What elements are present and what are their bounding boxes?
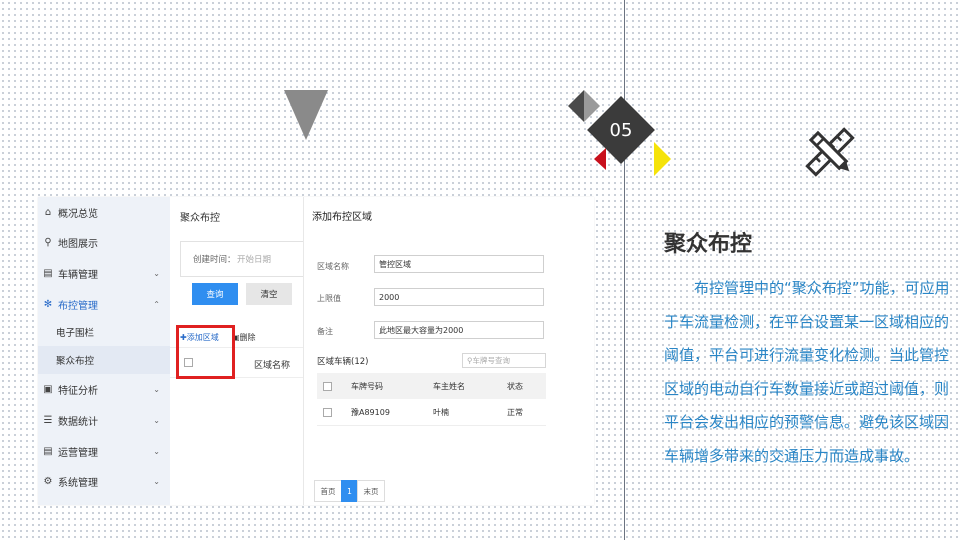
table-header: 车牌号码 车主姓名 状态 <box>317 373 546 399</box>
chevron-down-icon: ⌄ <box>153 476 160 486</box>
sidebar-item-operations[interactable]: ▤ 运营管理 ⌄ <box>38 436 170 466</box>
column-header: 车主姓名 <box>433 382 465 391</box>
chart-icon: ▣ <box>43 383 53 395</box>
chevron-down-icon: ⌄ <box>153 415 160 425</box>
sidebar-item-map[interactable]: ⚲ 地图展示 <box>38 227 170 257</box>
slide-number: 05 <box>609 119 633 141</box>
filter-label: 创建时间： <box>193 255 236 265</box>
column-header-area-name: 区域名称 <box>254 361 291 371</box>
map-pin-icon: ⚲ <box>44 236 52 248</box>
date-filter[interactable]: 创建时间： 开始日期 <box>180 241 303 277</box>
table-cell: 正常 <box>507 408 523 417</box>
chevron-up-icon: ⌃ <box>153 299 160 309</box>
column-header: 车牌号码 <box>351 382 383 391</box>
limit-input[interactable]: 2000 <box>374 288 544 306</box>
sidebar-subitem-crowd[interactable]: 聚众布控 <box>38 346 170 374</box>
clear-button[interactable]: 清空 <box>246 283 292 305</box>
table-row: 豫A89109 叶楠 正常 <box>317 399 546 426</box>
vertical-divider <box>624 0 625 540</box>
row-checkbox[interactable] <box>323 408 332 417</box>
delete-button[interactable]: ▣删除 <box>232 332 256 343</box>
field-label-limit: 上限值 <box>317 294 341 303</box>
select-all-checkbox[interactable] <box>323 382 332 391</box>
remark-input[interactable]: 此地区最大容量为2000 <box>374 321 544 339</box>
clipboard-icon: ▤ <box>43 267 53 279</box>
sidebar-item-analysis[interactable]: ▣ 特征分析 ⌄ <box>38 374 170 404</box>
query-button[interactable]: 查询 <box>192 283 238 305</box>
sidebar-item-vehicles[interactable]: ▤ 车辆管理 ⌄ <box>38 258 170 288</box>
panel-title: 添加布控区域 <box>312 212 372 223</box>
start-date-input[interactable]: 开始日期 <box>237 253 271 265</box>
list-icon: ☰ <box>43 414 53 426</box>
gear-icon: ⚙ <box>43 475 53 487</box>
chevron-down-icon: ⌄ <box>153 446 160 456</box>
chevron-down-icon: ⌄ <box>153 268 160 278</box>
decor-triangle-red <box>594 148 606 170</box>
main-content: 聚众布控 创建时间： 开始日期 查询 清空 ✚添加区域 ▣删除 区域名称 <box>170 197 303 505</box>
app-screenshot: ⌂ 概况总览 ⚲ 地图展示 ▤ 车辆管理 ⌄ ✻ 布控管理 ⌃ 电子围栏 聚众布… <box>38 197 594 505</box>
sidebar-item-stats[interactable]: ☰ 数据统计 ⌄ <box>38 405 170 435</box>
sidebar-item-overview[interactable]: ⌂ 概况总览 <box>38 197 170 227</box>
table-cell: 豫A89109 <box>351 408 390 417</box>
area-name-input[interactable]: 管控区域 <box>374 255 544 273</box>
snowflake-icon: ✻ <box>43 298 53 310</box>
page-1-button[interactable]: 1 <box>341 480 358 502</box>
slide-description: 布控管理中的“聚众布控”功能，可应用于车流量检测，在平台设置某一区域相应的阈值，… <box>664 279 950 465</box>
page-title: 聚众布控 <box>180 213 220 224</box>
last-page-button[interactable]: 末页 <box>357 480 385 502</box>
column-header: 状态 <box>507 382 523 391</box>
highlight-box <box>176 325 235 379</box>
decor-gem <box>568 90 600 122</box>
sidebar-item-control[interactable]: ✻ 布控管理 ⌃ <box>38 289 170 319</box>
field-label-remark: 备注 <box>317 327 333 336</box>
sidebar: ⌂ 概况总览 ⚲ 地图展示 ▤ 车辆管理 ⌄ ✻ 布控管理 ⌃ 电子围栏 聚众布… <box>38 197 170 505</box>
sidebar-subitem-fence[interactable]: 电子围栏 <box>38 318 170 346</box>
decor-triangle-down <box>284 90 328 140</box>
plate-search-input[interactable]: ⚲ 车牌号查询 <box>462 353 546 368</box>
clipboard-icon: ▤ <box>43 445 53 457</box>
ruler-pencil-icon <box>805 127 855 177</box>
chevron-down-icon: ⌄ <box>153 384 160 394</box>
table-cell: 叶楠 <box>433 408 449 417</box>
first-page-button[interactable]: 首页 <box>314 480 342 502</box>
sidebar-item-system[interactable]: ⚙ 系统管理 ⌄ <box>38 466 170 496</box>
vehicles-label: 区域车辆(12) <box>317 357 369 367</box>
decor-triangle-yellow <box>654 142 671 176</box>
pagination: 首页 1 末页 <box>314 480 385 502</box>
add-area-panel: 添加布控区域 区域名称 管控区域 上限值 2000 备注 此地区最大容量为200… <box>303 197 594 505</box>
slide-title: 聚众布控 <box>664 232 753 257</box>
field-label-area-name: 区域名称 <box>317 262 349 271</box>
home-icon: ⌂ <box>44 206 52 218</box>
